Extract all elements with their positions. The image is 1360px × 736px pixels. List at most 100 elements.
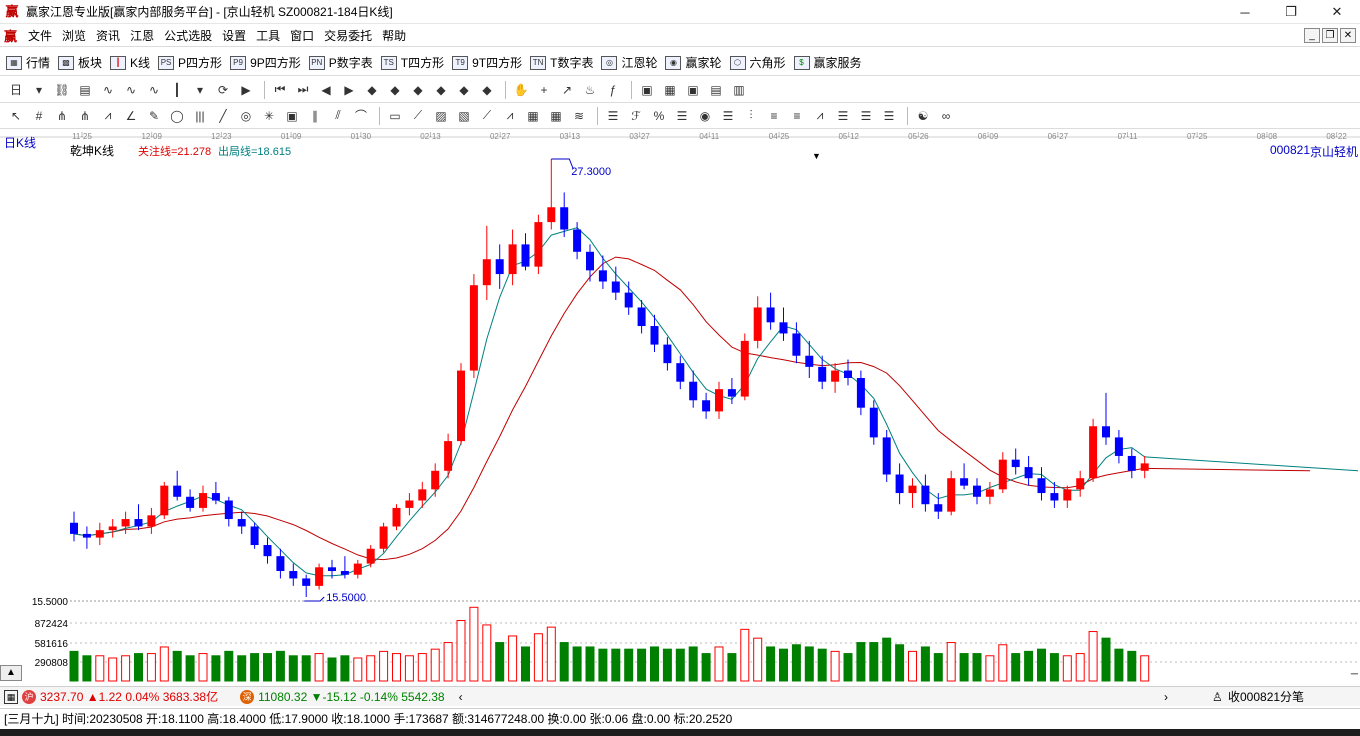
formula-icon[interactable]: ƒ [603,80,623,100]
right-icon[interactable]: ▶ [339,80,359,100]
trend-icon[interactable]: ↗ [557,80,577,100]
scroll-right-icon[interactable]: › [1164,690,1168,704]
gold2-icon[interactable]: ≡ [787,106,807,126]
diamond-expand-icon[interactable]: ◆ [477,80,497,100]
diamond-center-icon[interactable]: ◆ [454,80,474,100]
diamond-left-icon[interactable]: ◆ [408,80,428,100]
gift-icon[interactable]: ♨ [580,80,600,100]
scroll-right-icon[interactable]: ─ [1351,669,1358,680]
export-icon[interactable]: ▥ [729,80,749,100]
period-select-icon[interactable]: 日 [6,80,26,100]
kline-chart-area[interactable]: 11-25 12-09 12-23 01-09 01-30 02-13 02-27 03-13… [0,129,1360,685]
toolbar-sector-button[interactable]: ▩ 板块 [58,54,102,71]
menu-logo-icon[interactable]: 赢 [4,26,17,45]
infinity-icon[interactable]: ∞ [936,106,956,126]
percent-icon[interactable]: % [649,106,669,126]
print-icon[interactable]: ▤ [706,80,726,100]
zigzag-icon[interactable]: ⩘ [500,106,520,126]
last-icon[interactable]: ⏭ [293,80,313,100]
lines-icon[interactable]: ≋ [569,106,589,126]
toolbar-service-button[interactable]: $ 赢家服务 [793,54,862,71]
cycle-icon[interactable]: ◎ [236,106,256,126]
triangle-up-icon[interactable]: ▲ [0,665,22,681]
channel-icon[interactable]: ⫽ [328,106,348,126]
coin-icon[interactable]: ◉ [695,106,715,126]
rect-icon[interactable]: ▭ [385,106,405,126]
toolbar-gann-wheel-button[interactable]: ◎ 江恩轮 [601,54,657,71]
wave-icon[interactable]: ∿ [98,80,118,100]
menu-news[interactable]: 资讯 [91,27,125,44]
menu-window[interactable]: 窗口 [285,27,319,44]
menu-browse[interactable]: 浏览 [57,27,91,44]
mdi-close-button[interactable]: ✕ [1340,28,1356,43]
toolbar-p-square-button[interactable]: PS P四方形 [158,54,222,71]
menu-formula-screen[interactable]: 公式选股 [159,27,217,44]
toolbar-kline-button[interactable]: ┃ K线 [110,54,150,71]
toolbar-hexagon-button[interactable]: ⬡ 六角形 [729,54,786,71]
maximize-button[interactable]: ❐ [1268,0,1314,24]
fib-icon[interactable]: ℱ [626,106,646,126]
levels4-icon[interactable]: ☰ [856,106,876,126]
menu-file[interactable]: 文件 [23,27,57,44]
chevron-down-icon[interactable]: ▾ [190,80,210,100]
menu-trade[interactable]: 交易委托 [319,27,377,44]
parallel-icon[interactable]: ∥ [305,106,325,126]
minimize-button[interactable]: ─ [1222,0,1268,24]
refresh-icon[interactable]: ⟳ [213,80,233,100]
slash-icon[interactable]: ⟋ [408,106,428,126]
save-icon[interactable]: ▣ [683,80,703,100]
diamond-right-icon[interactable]: ◆ [431,80,451,100]
diamond-up-icon[interactable]: ◆ [362,80,382,100]
toolbar-winner-wheel-button[interactable]: ◉ 赢家轮 [665,54,722,71]
grid-icon[interactable]: # [29,106,49,126]
menu-tools[interactable]: 工具 [251,27,285,44]
diamond-down-icon[interactable]: ◆ [385,80,405,100]
toolbar-p-numbers-button[interactable]: PN P数字表 [308,54,373,71]
hand-icon[interactable]: ✋ [511,80,531,100]
hatch2-icon[interactable]: ▧ [454,106,474,126]
menu-gann[interactable]: 江恩 [125,27,159,44]
wave3-icon[interactable]: ∿ [144,80,164,100]
circle-icon[interactable]: ◯ [167,106,187,126]
wave2-icon[interactable]: ∿ [121,80,141,100]
toolbar-9p-square-button[interactable]: P9 9P四方形 [230,54,301,71]
menu-settings[interactable]: 设置 [217,27,251,44]
first-icon[interactable]: ⏮ [270,80,290,100]
yinyang-icon[interactable]: ☯ [913,106,933,126]
scroll-left-icon[interactable]: ‹ [459,690,463,704]
dropdown-marker-icon[interactable]: ▼ [812,151,821,161]
box-icon[interactable]: ▣ [282,106,302,126]
ray-icon[interactable]: ⟋ [477,106,497,126]
list-icon[interactable]: ☰ [603,106,623,126]
mdi-restore-button[interactable]: ❐ [1322,28,1338,43]
levels2-icon[interactable]: ☰ [718,106,738,126]
toolbar-t-square-button[interactable]: TS T四方形 [380,54,444,71]
grid2-icon[interactable]: ▦ [523,106,543,126]
grid3-icon[interactable]: ▦ [546,106,566,126]
crosshair-icon[interactable]: + [534,80,554,100]
toolbar-9t-square-button[interactable]: T9 9T四方形 [452,54,522,71]
fork-icon[interactable]: ⋔ [52,106,72,126]
levels5-icon[interactable]: ☰ [879,106,899,126]
levels-icon[interactable]: ☰ [672,106,692,126]
mdi-minimize-button[interactable]: _ [1304,28,1320,43]
fan2-icon[interactable]: ⩘ [810,106,830,126]
close-button[interactable]: ✕ [1314,0,1360,24]
chain-icon[interactable]: ⛓ [52,80,72,100]
bar-type-icon[interactable]: ┃ [167,80,187,100]
cursor-icon[interactable]: ↖ [6,106,26,126]
grid-icon[interactable]: ▦ [4,689,18,704]
fan-icon[interactable]: ⩘ [98,106,118,126]
fork2-icon[interactable]: ⋔ [75,106,95,126]
line-icon[interactable]: ╱ [213,106,233,126]
arc-icon[interactable]: ⌒ [351,106,371,126]
star-icon[interactable]: ✳ [259,106,279,126]
bars-icon[interactable]: ||| [190,106,210,126]
pen-icon[interactable]: ✎ [144,106,164,126]
angle-icon[interactable]: ∠ [121,106,141,126]
hatch-icon[interactable]: ▨ [431,106,451,126]
calendar-icon[interactable]: ▣ [637,80,657,100]
gold-icon[interactable]: ≡ [764,106,784,126]
chevron-down-icon[interactable]: ▾ [29,80,49,100]
document-icon[interactable]: ▤ [75,80,95,100]
